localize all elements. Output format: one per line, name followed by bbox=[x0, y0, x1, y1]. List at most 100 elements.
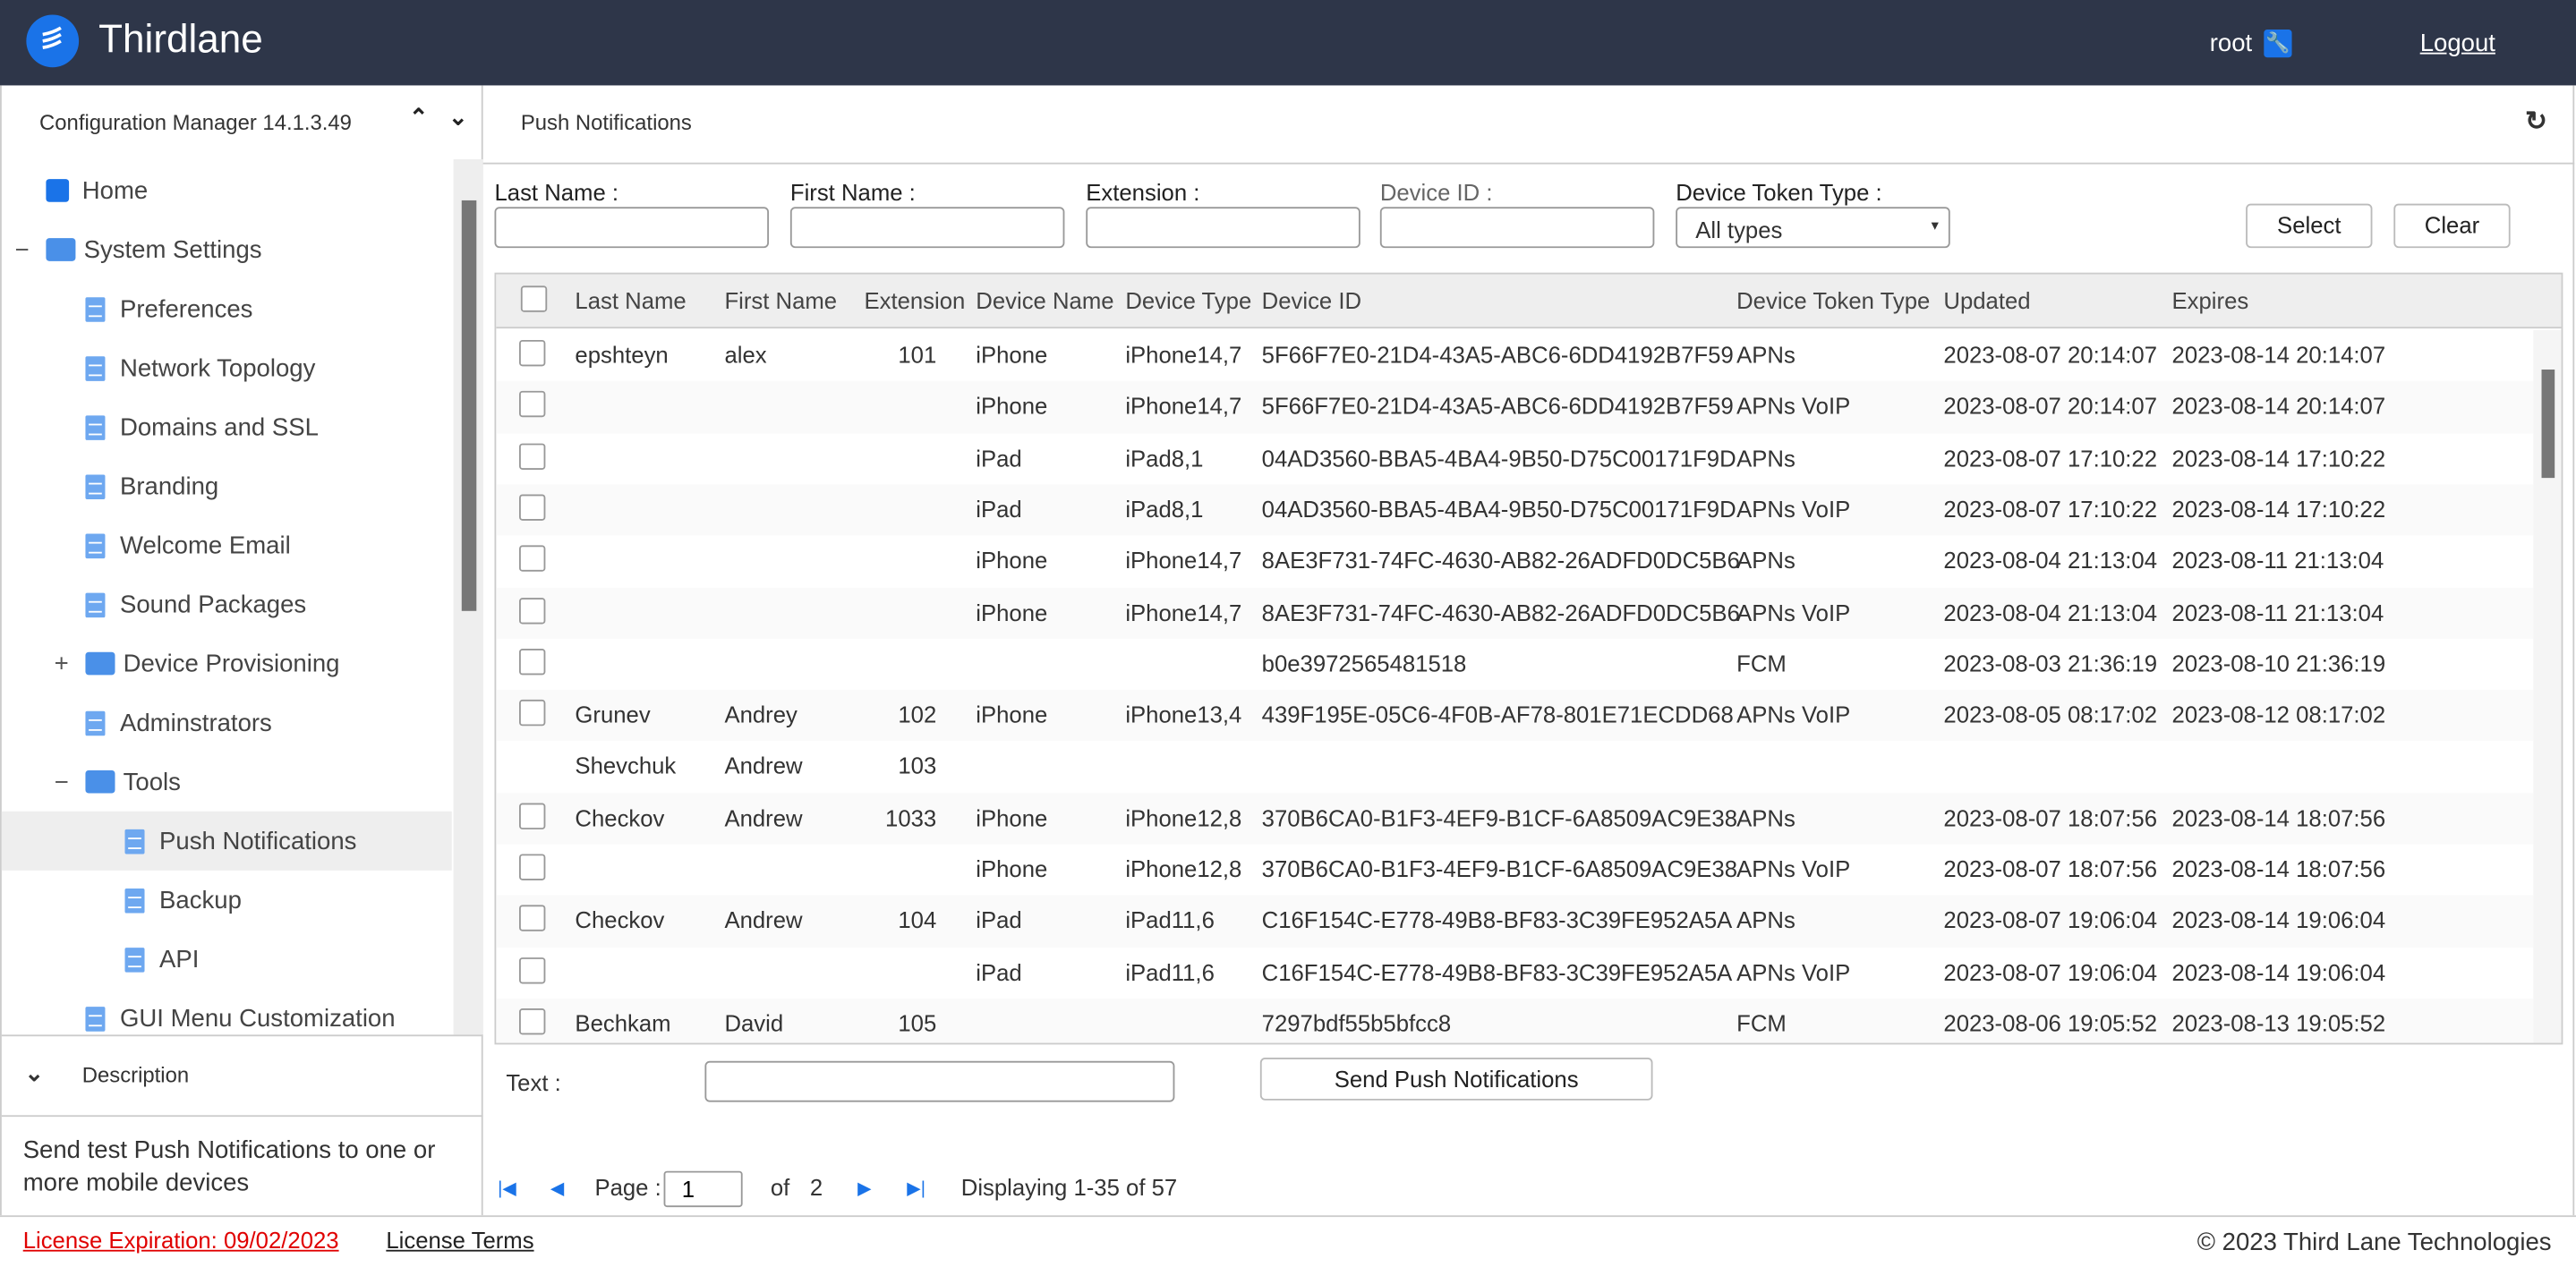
row-checkbox[interactable] bbox=[519, 1008, 546, 1035]
sidebar-item-backup[interactable]: Backup bbox=[2, 871, 452, 930]
cell-last-name: epshteyn bbox=[575, 341, 669, 369]
row-checkbox[interactable] bbox=[519, 442, 546, 470]
table-row[interactable]: Shevchuk Andrew 103 bbox=[496, 742, 2533, 793]
token-type-select[interactable]: All types ▾ bbox=[1676, 207, 1950, 249]
description-header[interactable]: ⌄ Description bbox=[1, 1036, 483, 1118]
first-name-input[interactable] bbox=[789, 207, 1065, 249]
column-header-device-name[interactable]: Device Name bbox=[976, 287, 1113, 313]
previous-page-icon[interactable]: ◀ bbox=[550, 1178, 565, 1199]
notification-text-input[interactable] bbox=[704, 1060, 1175, 1102]
column-header-expires[interactable]: Expires bbox=[2172, 287, 2249, 313]
table-row[interactable]: iPhone iPhone12,8 370B6CA0-B1F3-4EF9-B1CF-… bbox=[496, 844, 2533, 895]
cell-first-name: Andrew bbox=[724, 804, 803, 831]
column-header-updated[interactable]: Updated bbox=[1943, 287, 2030, 313]
select-all-checkbox[interactable] bbox=[520, 285, 548, 312]
refresh-icon[interactable]: ↻ bbox=[2525, 105, 2547, 138]
sidebar-item-label: Backup bbox=[159, 886, 242, 914]
table-scrollbar-thumb[interactable] bbox=[2541, 369, 2555, 479]
last-page-icon[interactable]: ▶| bbox=[907, 1178, 925, 1199]
row-checkbox[interactable] bbox=[519, 648, 546, 676]
column-header-device-type[interactable]: Device Type bbox=[1125, 287, 1251, 313]
sidebar-item-welcome-email[interactable]: Welcome Email bbox=[2, 515, 452, 574]
cell-expires: 2023-08-14 20:14:07 bbox=[2171, 393, 2386, 420]
expand-all-icon[interactable]: ⌄ bbox=[448, 104, 468, 132]
row-checkbox[interactable] bbox=[519, 391, 546, 418]
sidebar-item-preferences[interactable]: Preferences bbox=[2, 279, 452, 338]
column-header-first-name[interactable]: First Name bbox=[724, 287, 837, 313]
last-name-input[interactable] bbox=[494, 207, 770, 249]
sidebar-item-network-topology[interactable]: Network Topology bbox=[2, 338, 452, 397]
sidebar-item-label: Branding bbox=[119, 472, 219, 500]
cell-updated: 2023-08-06 19:05:52 bbox=[1943, 1009, 2158, 1036]
column-header-device-token-type[interactable]: Device Token Type bbox=[1736, 287, 1930, 313]
table-row[interactable]: iPhone iPhone14,7 8AE3F731-74FC-4630-AB82-… bbox=[496, 587, 2534, 639]
license-expiration-link[interactable]: License Expiration: 09/02/2023 bbox=[23, 1227, 339, 1253]
wrench-icon[interactable]: 🔧 bbox=[2264, 30, 2292, 58]
logout-link[interactable]: Logout bbox=[2420, 30, 2495, 57]
table-row[interactable]: Bechkam David 105 7297bdf55b5bfcc8 FCM 2023-0… bbox=[496, 998, 2534, 1043]
select-button[interactable]: Select bbox=[2246, 203, 2373, 249]
folder-icon bbox=[85, 651, 115, 676]
next-page-icon[interactable]: ▶ bbox=[857, 1178, 872, 1199]
cell-expires: 2023-08-11 21:13:04 bbox=[2171, 599, 2384, 625]
folder-icon bbox=[46, 238, 76, 261]
row-checkbox[interactable] bbox=[519, 905, 546, 932]
row-checkbox[interactable] bbox=[519, 545, 546, 573]
first-name-label: First Name : bbox=[789, 179, 916, 206]
chevron-down-icon[interactable]: ⌄ bbox=[25, 1059, 45, 1087]
sidebar-item-branding[interactable]: Branding bbox=[2, 456, 452, 515]
device-id-input[interactable] bbox=[1379, 207, 1655, 249]
row-checkbox[interactable] bbox=[519, 854, 546, 880]
row-checkbox[interactable] bbox=[519, 957, 546, 983]
send-push-notifications-button[interactable]: Send Push Notifications bbox=[1259, 1058, 1653, 1101]
sidebar-item-system-settings[interactable]: − System Settings bbox=[2, 220, 452, 279]
sidebar-item-tools[interactable]: − Tools bbox=[2, 753, 452, 812]
table-row[interactable]: Checkov Andrew 1033 iPhone iPhone12,8 370B6CA… bbox=[496, 792, 2534, 845]
row-checkbox[interactable] bbox=[519, 802, 546, 829]
first-page-icon[interactable]: |◀ bbox=[498, 1178, 516, 1199]
sidebar-item-push-notifications[interactable]: Push Notifications bbox=[1, 811, 452, 871]
column-header-extension[interactable]: Extension bbox=[864, 287, 965, 313]
last-name-label: Last Name : bbox=[494, 179, 619, 206]
cell-device-id: 5F66F7E0-21D4-43A5-ABC6-6DD4192B7F59 bbox=[1261, 393, 1734, 420]
table-row[interactable]: Grunev Andrey 102 iPhone iPhone13,4 439F195E-… bbox=[496, 690, 2534, 742]
cell-device-id: b0e3972565481518 bbox=[1261, 650, 1467, 676]
row-checkbox[interactable] bbox=[519, 597, 546, 624]
table-row[interactable]: epshteyn alex 101 iPhone iPhone14,7 5F66F7E0-… bbox=[496, 330, 2533, 381]
sidebar-item-sound-packages[interactable]: Sound Packages bbox=[2, 574, 452, 634]
page-input[interactable] bbox=[663, 1170, 743, 1208]
cell-expires: 2023-08-14 19:06:04 bbox=[2171, 906, 2386, 934]
table-row[interactable]: iPad iPad8,1 04AD3560-BBA5-4BA4-9B50-D75C0… bbox=[496, 484, 2534, 536]
collapse-icon[interactable]: − bbox=[15, 235, 30, 263]
sidebar-item-home[interactable]: Home bbox=[2, 161, 452, 220]
table-row[interactable]: Checkov Andrew 104 iPad iPad11,6 C16F154C-E77… bbox=[496, 895, 2534, 948]
cell-device-token-type: APNs bbox=[1736, 444, 1796, 472]
table-row[interactable]: iPad iPad8,1 04AD3560-BBA5-4BA4-9B50-D75C0… bbox=[496, 433, 2533, 484]
table-row[interactable]: iPad iPad11,6 C16F154C-E778-49B8-BF83-3C39… bbox=[496, 947, 2533, 998]
sidebar-item-api[interactable]: API bbox=[2, 930, 452, 989]
table-row[interactable]: iPhone iPhone14,7 8AE3F731-74FC-4630-AB82-… bbox=[496, 536, 2533, 587]
sidebar-item-device-provisioning[interactable]: + Device Provisioning bbox=[2, 634, 452, 693]
cell-updated: 2023-08-03 21:36:19 bbox=[1943, 650, 2158, 676]
row-checkbox[interactable] bbox=[519, 700, 546, 727]
sidebar-item-label: GUI Menu Customization bbox=[119, 1004, 396, 1033]
table-row[interactable]: b0e3972565481518 FCM 2023-08-03 21:36:19 20… bbox=[496, 639, 2533, 690]
cell-device-id: 439F195E-05C6-4F0B-AF78-801E71ECDD68 bbox=[1261, 701, 1734, 728]
table-row[interactable]: iPhone iPhone14,7 5F66F7E0-21D4-43A5-ABC6-… bbox=[496, 381, 2534, 433]
username: root bbox=[2209, 30, 2253, 58]
license-terms-link[interactable]: License Terms bbox=[386, 1227, 533, 1253]
collapse-icon[interactable]: − bbox=[55, 768, 69, 795]
collapse-all-icon[interactable]: ⌃ bbox=[409, 104, 429, 132]
document-icon bbox=[124, 888, 145, 913]
sidebar-item-adminstrators[interactable]: Adminstrators bbox=[2, 693, 452, 753]
extension-input[interactable] bbox=[1086, 207, 1361, 249]
column-header-last-name[interactable]: Last Name bbox=[575, 287, 686, 313]
clear-button[interactable]: Clear bbox=[2393, 203, 2511, 249]
sidebar-scrollbar-thumb[interactable] bbox=[461, 200, 477, 611]
expand-icon[interactable]: + bbox=[55, 650, 69, 677]
token-type-label: Device Token Type : bbox=[1676, 179, 1882, 206]
row-checkbox[interactable] bbox=[519, 494, 546, 521]
column-header-device-id[interactable]: Device ID bbox=[1262, 287, 1361, 313]
sidebar-item-domains-and-ssl[interactable]: Domains and SSL bbox=[2, 397, 452, 456]
row-checkbox[interactable] bbox=[519, 339, 546, 367]
